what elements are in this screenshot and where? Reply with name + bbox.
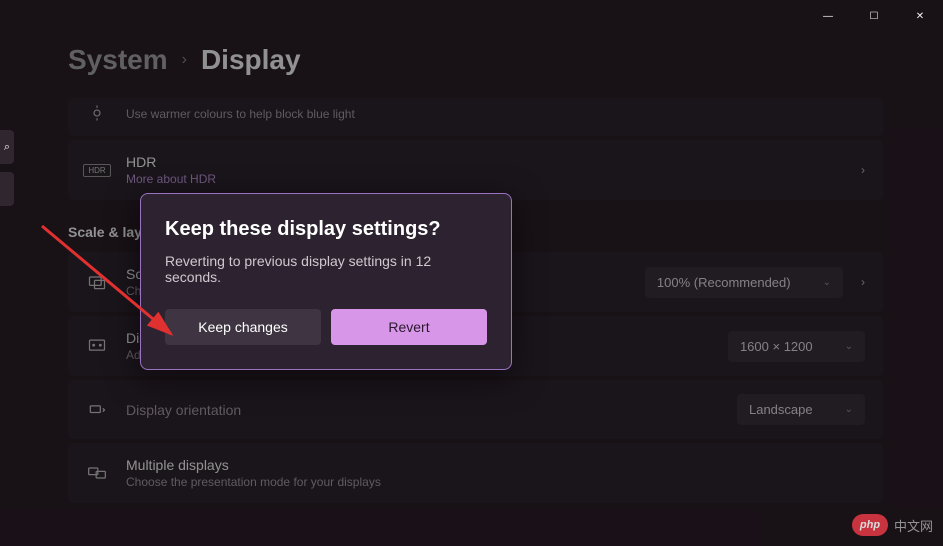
watermark: php 中文网 [852,514,933,536]
watermark-logo: php [852,514,888,536]
keep-changes-button[interactable]: Keep changes [165,309,321,345]
watermark-text: 中文网 [894,516,933,535]
dialog-buttons: Keep changes Revert [165,309,487,345]
dialog-title: Keep these display settings? [165,218,487,241]
keep-settings-dialog: Keep these display settings? Reverting t… [140,193,512,370]
dialog-body: Reverting to previous display settings i… [165,253,487,285]
dialog-overlay: Keep these display settings? Reverting t… [0,0,943,546]
revert-button[interactable]: Revert [331,309,487,345]
